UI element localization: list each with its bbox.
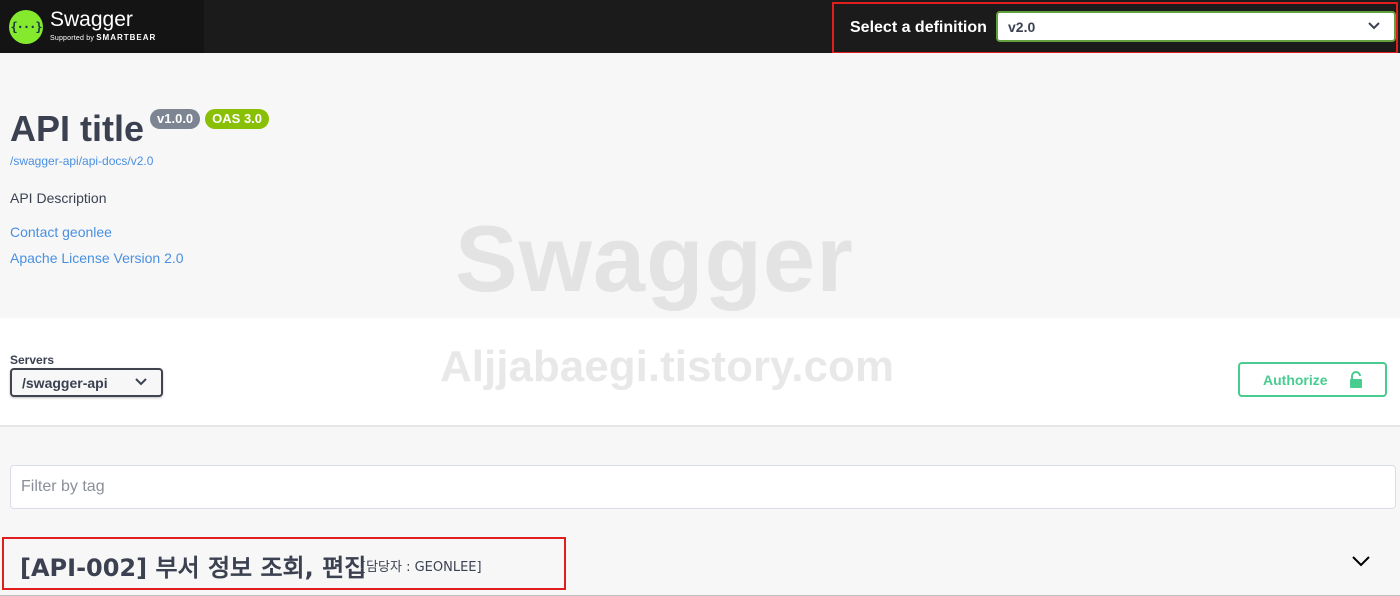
brand-sub-prefix: Supported by (50, 35, 95, 42)
version-badge: v1.0.0 (150, 109, 201, 129)
filter-by-tag-input[interactable] (10, 465, 1396, 509)
oas-badge: OAS 3.0 (205, 109, 270, 129)
page-title: API title (10, 108, 145, 149)
chevron-down-icon[interactable] (1351, 554, 1371, 568)
authorize-label: Authorize (1263, 371, 1328, 388)
tag-description: [담당자 : GEONLEE] (361, 560, 482, 575)
chevron-down-icon (135, 378, 147, 386)
definition-label: Select a definition (850, 19, 987, 36)
api-docs-link[interactable]: /swagger-api/api-docs/v2.0 (10, 154, 153, 168)
definition-highlight-box: Select a definition v2.0 (832, 2, 1398, 54)
license-link[interactable]: Apache License Version 2.0 (10, 250, 184, 266)
swagger-logo-icon: {···} (9, 9, 43, 44)
topbar: {···} Swagger Supported by SMARTBEAR Sel… (0, 0, 1400, 54)
lock-icon (1350, 371, 1362, 388)
tag-section-header[interactable]: [API-002] 부서 정보 조회, 편집 [담당자 : GEONLEE] (0, 535, 1400, 596)
brand-sub: Supported by SMARTBEAR (50, 33, 156, 44)
definition-selected-value: v2.0 (1008, 18, 1036, 35)
authorize-button[interactable]: Authorize (1238, 362, 1387, 397)
brand-text: Swagger Supported by SMARTBEAR (50, 9, 156, 44)
title-row: API title v1.0.0 OAS 3.0 (10, 107, 270, 151)
definition-select[interactable]: v2.0 (996, 11, 1396, 42)
tag-name: [API-002] 부서 정보 조회, 편집 (20, 554, 367, 582)
chevron-down-icon (1368, 22, 1380, 30)
servers-select[interactable]: /swagger-api (10, 368, 163, 397)
contact-link[interactable]: Contact geonlee (10, 224, 112, 240)
brand-sub-company: SMARTBEAR (96, 33, 157, 42)
brand-link[interactable]: {···} Swagger Supported by SMARTBEAR (0, 0, 204, 53)
servers-label: Servers (10, 353, 55, 367)
scheme-container: Servers /swagger-api Authorize (0, 318, 1400, 427)
brand-name: Swagger (50, 8, 133, 31)
api-description: API Description (10, 190, 107, 206)
info-section: API title v1.0.0 OAS 3.0 /swagger-api/ap… (0, 53, 1400, 318)
servers-selected-value: /swagger-api (22, 374, 108, 391)
